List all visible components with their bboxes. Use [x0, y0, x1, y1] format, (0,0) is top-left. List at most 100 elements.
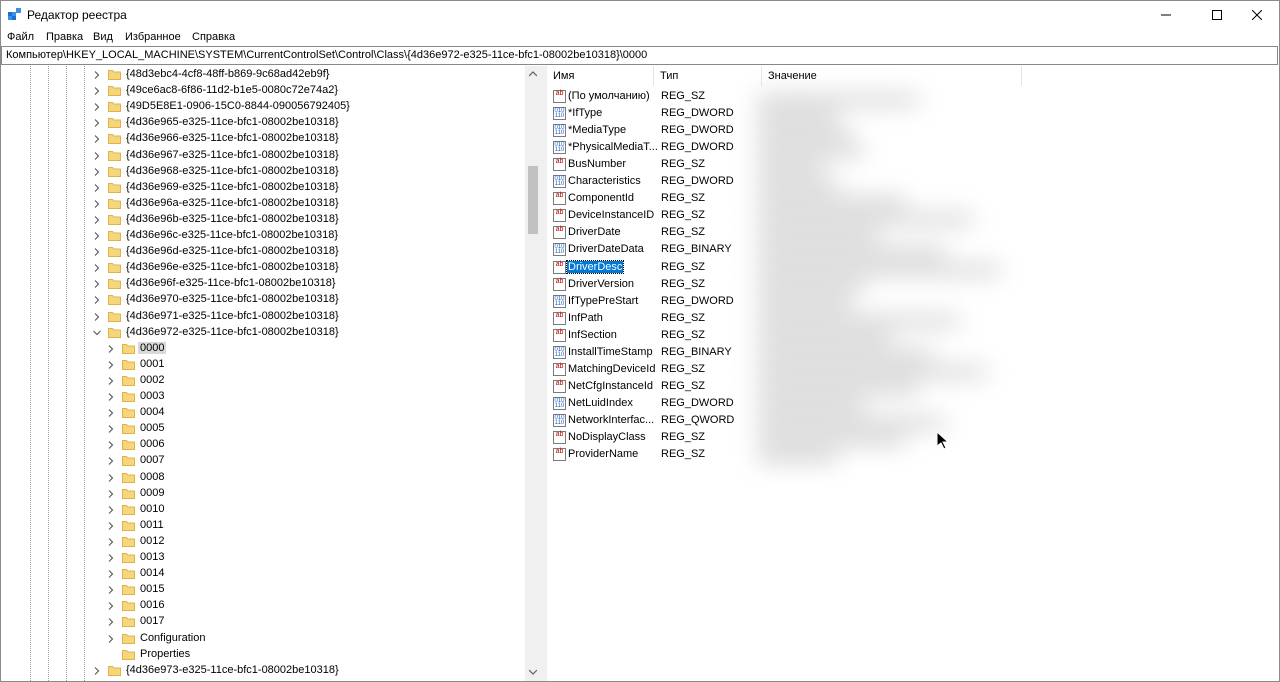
- chevron-right-icon[interactable]: [93, 247, 101, 257]
- tree-node[interactable]: 0011: [107, 518, 441, 534]
- chevron-right-icon[interactable]: [107, 344, 115, 354]
- tree-node[interactable]: {4d36e971-e325-11ce-bfc1-08002be10318}: [93, 309, 441, 325]
- registry-value-row[interactable]: ab MatchingDeviceId REG_SZ: [547, 361, 1147, 378]
- registry-value-row[interactable]: 010 110 NetLuidIndex REG_DWORD: [547, 395, 1147, 412]
- chevron-right-icon[interactable]: [107, 553, 115, 563]
- chevron-right-icon[interactable]: [93, 183, 101, 193]
- chevron-right-icon[interactable]: [93, 102, 101, 112]
- chevron-right-icon[interactable]: [107, 617, 115, 627]
- tree-node[interactable]: 0008: [107, 470, 441, 486]
- tree-node[interactable]: 0006: [107, 437, 441, 453]
- tree-node[interactable]: {4d36e96d-e325-11ce-bfc1-08002be10318}: [93, 244, 441, 260]
- registry-value-row[interactable]: ab DeviceInstanceID REG_SZ: [547, 207, 1147, 224]
- tree-node[interactable]: 0013: [107, 550, 441, 566]
- registry-value-row[interactable]: ab InfPath REG_SZ: [547, 310, 1147, 327]
- chevron-right-icon[interactable]: [107, 569, 115, 579]
- scroll-up-icon[interactable]: [529, 70, 537, 78]
- chevron-right-icon[interactable]: [93, 70, 101, 80]
- scrollbar-thumb[interactable]: [528, 166, 538, 234]
- tree-node[interactable]: {4d36e969-e325-11ce-bfc1-08002be10318}: [93, 180, 441, 196]
- tree-node[interactable]: {49ce6ac8-6f86-11d2-b1e5-0080c72e74a2}: [93, 83, 441, 99]
- tree-node[interactable]: 0010: [107, 502, 441, 518]
- menu-favorites[interactable]: Избранное: [125, 31, 181, 43]
- tree-node[interactable]: {4d36e967-e325-11ce-bfc1-08002be10318}: [93, 148, 441, 164]
- tree-node[interactable]: {49D5E8E1-0906-15C0-8844-090056792405}: [93, 99, 441, 115]
- chevron-right-icon[interactable]: [107, 360, 115, 370]
- scroll-down-icon[interactable]: [529, 668, 537, 676]
- tree-node[interactable]: 0000: [107, 341, 441, 357]
- tree-node[interactable]: 0001: [107, 357, 441, 373]
- chevron-right-icon[interactable]: [107, 440, 115, 450]
- chevron-right-icon[interactable]: [93, 86, 101, 96]
- menu-view[interactable]: Вид: [93, 31, 113, 43]
- chevron-right-icon[interactable]: [107, 601, 115, 611]
- chevron-right-icon[interactable]: [93, 312, 101, 322]
- menu-edit[interactable]: Правка: [46, 31, 83, 43]
- registry-value-row[interactable]: 010 110 DriverDateData REG_BINARY: [547, 241, 1147, 258]
- tree-node[interactable]: {4d36e972-e325-11ce-bfc1-08002be10318}: [93, 325, 441, 341]
- tree-node[interactable]: 0007: [107, 453, 441, 469]
- chevron-right-icon[interactable]: [107, 456, 115, 466]
- address-bar[interactable]: Компьютер\HKEY_LOCAL_MACHINE\SYSTEM\Curr…: [1, 46, 1278, 65]
- registry-value-row[interactable]: ab BusNumber REG_SZ: [547, 156, 1147, 173]
- close-button[interactable]: [1234, 0, 1280, 29]
- chevron-right-icon[interactable]: [93, 118, 101, 128]
- chevron-right-icon[interactable]: [93, 263, 101, 273]
- tree-node[interactable]: {4d36e973-e325-11ce-bfc1-08002be10318}: [93, 663, 441, 679]
- column-header-name[interactable]: Имя: [547, 66, 654, 86]
- tree-node[interactable]: {4d36e970-e325-11ce-bfc1-08002be10318}: [93, 292, 441, 308]
- chevron-right-icon[interactable]: [93, 199, 101, 209]
- chevron-right-icon[interactable]: [107, 376, 115, 386]
- registry-value-row[interactable]: 010 110 InstallTimeStamp REG_BINARY: [547, 344, 1147, 361]
- tree-node[interactable]: {4d36e965-e325-11ce-bfc1-08002be10318}: [93, 115, 441, 131]
- tree-node[interactable]: 0005: [107, 421, 441, 437]
- registry-value-row[interactable]: ab DriverDesc REG_SZ: [547, 259, 1147, 276]
- registry-value-row[interactable]: 010 110 *PhysicalMediaT... REG_DWORD: [547, 139, 1147, 156]
- registry-value-row[interactable]: 010 110 Characteristics REG_DWORD: [547, 173, 1147, 190]
- tree-node[interactable]: 0003: [107, 389, 441, 405]
- registry-value-row[interactable]: ab ProviderName REG_SZ: [547, 446, 1147, 463]
- chevron-right-icon[interactable]: [107, 505, 115, 515]
- chevron-right-icon[interactable]: [93, 134, 101, 144]
- chevron-right-icon[interactable]: [107, 634, 115, 644]
- chevron-right-icon[interactable]: [107, 473, 115, 483]
- chevron-right-icon[interactable]: [93, 167, 101, 177]
- registry-value-row[interactable]: ab NoDisplayClass REG_SZ: [547, 429, 1147, 446]
- chevron-right-icon[interactable]: [93, 215, 101, 225]
- registry-value-row[interactable]: ab (По умолчанию) REG_SZ: [547, 88, 1147, 105]
- tree-node[interactable]: 0002: [107, 373, 441, 389]
- tree-scrollbar[interactable]: [525, 66, 541, 681]
- tree-node[interactable]: 0015: [107, 582, 441, 598]
- registry-value-row[interactable]: ab DriverVersion REG_SZ: [547, 276, 1147, 293]
- chevron-right-icon[interactable]: [107, 392, 115, 402]
- tree-node[interactable]: {4d36e966-e325-11ce-bfc1-08002be10318}: [93, 131, 441, 147]
- tree-node[interactable]: {4d36e96c-e325-11ce-bfc1-08002be10318}: [93, 228, 441, 244]
- chevron-right-icon[interactable]: [107, 521, 115, 531]
- registry-value-row[interactable]: ab ComponentId REG_SZ: [547, 190, 1147, 207]
- tree-node[interactable]: {48d3ebc4-4cf8-48ff-b869-9c68ad42eb9f}: [93, 67, 441, 83]
- tree-node[interactable]: Configuration: [107, 631, 441, 647]
- tree-node[interactable]: {4d36e96e-e325-11ce-bfc1-08002be10318}: [93, 260, 441, 276]
- tree-node[interactable]: 0017: [107, 614, 441, 630]
- registry-value-row[interactable]: ab NetCfgInstanceId REG_SZ: [547, 378, 1147, 395]
- tree-node[interactable]: 0016: [107, 598, 441, 614]
- tree-node[interactable]: 0014: [107, 566, 441, 582]
- registry-value-row[interactable]: 010 110 *IfType REG_DWORD: [547, 105, 1147, 122]
- chevron-right-icon[interactable]: [107, 585, 115, 595]
- registry-value-row[interactable]: ab InfSection REG_SZ: [547, 327, 1147, 344]
- column-header-data[interactable]: Значение: [762, 66, 1022, 86]
- chevron-right-icon[interactable]: [107, 424, 115, 434]
- chevron-right-icon[interactable]: [107, 408, 115, 418]
- chevron-right-icon[interactable]: [93, 295, 101, 305]
- registry-value-row[interactable]: 010 110 NetworkInterfac... REG_QWORD: [547, 412, 1147, 429]
- tree-node[interactable]: 0012: [107, 534, 441, 550]
- chevron-down-icon[interactable]: [93, 328, 101, 338]
- tree-node[interactable]: 0009: [107, 486, 441, 502]
- tree-node[interactable]: Properties: [107, 647, 441, 663]
- menu-file[interactable]: Файл: [7, 31, 34, 43]
- minimize-button[interactable]: [1143, 0, 1189, 29]
- tree-node[interactable]: {4d36e96f-e325-11ce-bfc1-08002be10318}: [93, 276, 441, 292]
- chevron-right-icon[interactable]: [93, 231, 101, 241]
- chevron-right-icon[interactable]: [93, 279, 101, 289]
- registry-value-row[interactable]: 010 110 *MediaType REG_DWORD: [547, 122, 1147, 139]
